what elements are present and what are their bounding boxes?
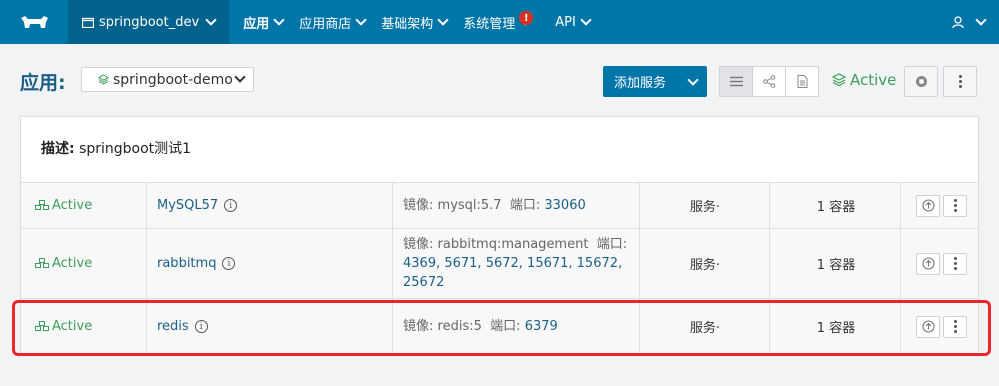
image-value: mysql:5.7 (437, 198, 502, 213)
upgrade-button[interactable] (916, 194, 940, 217)
row-actions (916, 183, 967, 228)
image-label: 镜像: (403, 237, 434, 252)
stack-select-value: springboot-demo (113, 71, 233, 88)
add-service-button[interactable]: 添加服务 (603, 66, 707, 97)
environment-name: springboot_dev (99, 14, 200, 30)
environment-switcher[interactable]: springboot_dev (68, 0, 230, 44)
service-name-link[interactable]: rabbitmq i (157, 229, 236, 298)
page-title: 应用: (20, 72, 66, 94)
upgrade-button[interactable] (916, 252, 940, 275)
nav-catalog-label: 应用商店 (299, 16, 352, 32)
service-cubes-icon (35, 258, 49, 268)
folder-icon (82, 17, 94, 28)
nav-admin[interactable]: 系统管理 ! (455, 0, 547, 44)
chevron-down-icon (975, 14, 987, 26)
highlight-annotation (12, 300, 991, 356)
nav-infrastructure[interactable]: 基础架构 (373, 0, 455, 44)
chevron-down-icon (437, 14, 449, 26)
graph-view-button[interactable] (752, 66, 786, 97)
chevron-down-icon (355, 14, 367, 26)
port-label: 端口: (596, 237, 628, 252)
port-label: 端口: (509, 198, 541, 213)
service-row: Active MySQL57 i 镜像: mysql:5.7 端口: 33060… (21, 182, 978, 228)
service-name-link[interactable]: MySQL57 i (157, 183, 238, 228)
share-graph-icon (762, 75, 775, 88)
user-icon (952, 15, 964, 28)
description-label: 描述: (41, 141, 75, 157)
service-row: Active rabbitmq i 镜像: rabbitmq:managemen… (21, 228, 978, 298)
stack-status-label: Active (850, 71, 897, 89)
row-more-button[interactable] (943, 252, 967, 275)
service-image: 镜像: mysql:5.7 端口: 33060 (403, 183, 639, 228)
service-state-label: Active (52, 198, 93, 213)
more-actions-button[interactable] (943, 66, 977, 97)
file-icon (797, 75, 807, 88)
row-actions (916, 229, 967, 298)
info-icon[interactable]: i (224, 199, 238, 212)
service-name: rabbitmq (157, 256, 217, 271)
upgrade-icon (921, 199, 935, 212)
user-menu[interactable] (952, 0, 987, 44)
image-value: rabbitmq:management (437, 237, 589, 252)
rancher-logo[interactable] (0, 0, 68, 44)
chevron-down-icon (205, 14, 217, 26)
service-state: Active (35, 183, 92, 228)
stack-select[interactable]: springboot-demo (81, 67, 254, 92)
more-vertical-icon (953, 257, 957, 270)
nav-catalog[interactable]: 应用商店 (291, 0, 373, 44)
list-icon (729, 76, 743, 87)
image-label: 镜像: (403, 198, 434, 213)
service-cubes-icon (35, 200, 49, 210)
cow-logo-icon (21, 16, 48, 28)
alert-badge: ! (519, 11, 534, 25)
more-vertical-icon (953, 199, 957, 212)
list-view-button[interactable] (719, 66, 753, 97)
row-more-button[interactable] (943, 194, 967, 217)
container-count: 1 容器 (816, 200, 856, 215)
nav-infrastructure-label: 基础架构 (381, 16, 434, 32)
stop-icon (915, 76, 927, 87)
top-nav: springboot_dev 应用 应用商店 基础架构 系统管理 ! API (0, 0, 999, 44)
add-service-label: 添加服务 (614, 76, 667, 91)
chevron-down-icon (273, 14, 285, 26)
nav-api-label: API (555, 14, 576, 30)
port-value[interactable]: 33060 (544, 198, 585, 213)
upgrade-icon (921, 257, 935, 270)
view-toggle-group (719, 66, 819, 97)
add-service-dropdown[interactable] (675, 66, 707, 97)
layers-icon (832, 73, 846, 87)
chevron-down-icon (686, 73, 699, 86)
service-image: 镜像: rabbitmq:management 端口: 4369, 5671, 5… (403, 229, 639, 298)
stack-description: 描述: springboot测试1 (41, 138, 191, 158)
stop-button[interactable] (904, 66, 938, 97)
description-value: springboot测试1 (79, 141, 192, 157)
info-icon[interactable]: i (222, 257, 236, 270)
service-name: MySQL57 (157, 198, 219, 213)
container-count: 1 容器 (816, 258, 856, 273)
nav-api[interactable]: API (547, 0, 598, 44)
compose-view-button[interactable] (785, 66, 819, 97)
chevron-down-icon (234, 71, 246, 83)
nav-admin-label: 系统管理 (463, 16, 516, 32)
stack-status: Active (832, 71, 896, 89)
more-vertical-icon (958, 75, 962, 88)
chevron-down-icon (580, 14, 592, 26)
service-kind: 服务· (689, 258, 721, 273)
nav-apps-label: 应用 (243, 16, 270, 32)
layers-icon (98, 74, 109, 85)
service-kind: 服务· (689, 200, 721, 215)
nav-apps[interactable]: 应用 (235, 0, 291, 44)
service-state-label: Active (52, 256, 93, 271)
port-value[interactable]: 4369, 5671, 5672, 15671, 15672, 25672 (403, 256, 622, 290)
service-state: Active (35, 229, 92, 298)
